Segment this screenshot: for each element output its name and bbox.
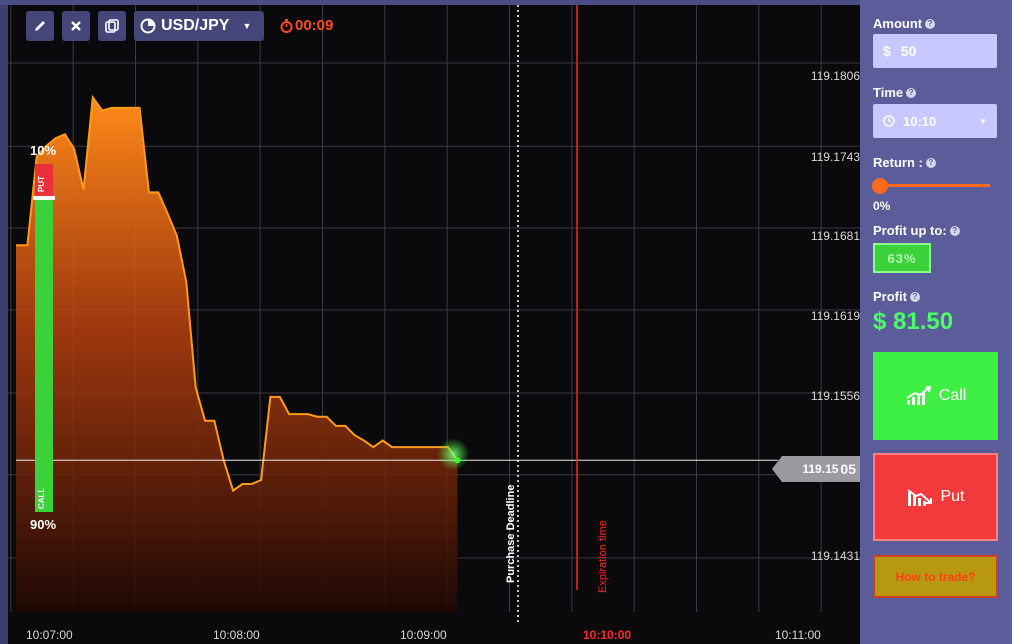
price-area <box>16 97 458 612</box>
put-label: Put <box>940 488 965 505</box>
time-label: 10:07:00 <box>26 628 73 642</box>
call-label: Call <box>938 387 967 404</box>
price-label: 119.1806 <box>810 69 860 83</box>
dollar-icon: $ <box>883 43 891 59</box>
profit-value: $ 81.50 <box>873 308 954 335</box>
price-label: 119.1681 <box>810 229 860 243</box>
left-panel-edge <box>0 0 8 644</box>
call-sentiment-fill <box>35 198 53 512</box>
profit-up-to-badge: 63% <box>873 243 931 273</box>
stopwatch-icon <box>280 18 293 33</box>
amount-field[interactable]: $ 50 <box>873 34 997 68</box>
purchase-deadline-label: Purchase Deadline <box>505 484 517 583</box>
help-icon[interactable]: ? <box>925 18 936 29</box>
expiration-time-text: Expiration time <box>597 520 609 593</box>
pair-label: USD/JPY <box>161 17 230 34</box>
copy-button[interactable] <box>98 11 126 41</box>
countdown-timer: 00:09 <box>280 17 333 34</box>
return-label: Return : <box>873 155 923 170</box>
profit-label: Profit <box>873 289 907 304</box>
return-slider-track[interactable] <box>880 184 990 187</box>
trade-sidebar: Amount ? $ 50 Time ? 10:10 ▼ Return : ? … <box>860 0 1012 644</box>
price-label: 119.1556 <box>810 389 860 403</box>
profit-label-row: Profit ? <box>873 289 920 304</box>
return-slider-handle[interactable] <box>872 178 888 194</box>
time-label: 10:08:00 <box>213 628 260 642</box>
current-point <box>454 457 461 464</box>
pencil-icon <box>35 21 45 31</box>
help-icon[interactable]: ? <box>909 291 920 302</box>
how-to-trade-button[interactable]: How to trade? <box>873 555 998 598</box>
call-button[interactable]: Call <box>873 352 998 440</box>
current-point-glow <box>437 438 470 471</box>
clock-icon <box>883 115 895 127</box>
price-label: 119.1743 <box>810 150 860 164</box>
pencil-button[interactable] <box>26 11 54 41</box>
amount-label: Amount <box>873 16 923 31</box>
time-label: 10:11:00 <box>775 628 821 642</box>
copy-icon <box>105 19 119 33</box>
time-label: Time <box>873 85 904 100</box>
help-icon[interactable]: ? <box>949 225 960 236</box>
help-icon[interactable]: ? <box>906 87 917 98</box>
price-label: 119.1619 <box>810 309 860 323</box>
current-price-main: 119.15 <box>802 462 839 476</box>
put-percentage: 10% <box>30 143 57 158</box>
sentiment-bar: PUT CALL <box>33 164 55 512</box>
sentiment-divider <box>33 196 55 200</box>
put-sentiment-label: PUT <box>37 176 46 192</box>
time-select[interactable]: 10:10 ▼ <box>873 104 997 138</box>
call-percentage: 90% <box>30 517 57 532</box>
expiration-time-label: 10:10:00 <box>583 628 632 642</box>
current-price-tag: 119.15 05 <box>772 456 860 482</box>
return-label-row: Return : ? <box>873 155 936 170</box>
price-chart[interactable]: USD/JPY ▼ 00:09 119.1806 119.1743 119.16… <box>8 5 860 644</box>
chevron-down-icon: ▼ <box>242 21 252 31</box>
timer-value: 00:09 <box>295 17 334 34</box>
return-value: 0% <box>873 199 891 213</box>
trend-up-icon <box>906 386 931 405</box>
chevron-down-icon: ▼ <box>979 116 987 126</box>
time-value: 10:10 <box>903 113 937 129</box>
put-button[interactable]: Put <box>873 453 998 541</box>
profit-up-to-label-row: Profit up to: ? <box>873 223 960 238</box>
amount-label-row: Amount ? <box>873 16 936 31</box>
trend-down-icon <box>907 489 933 506</box>
chart-canvas <box>8 5 860 625</box>
close-icon <box>71 21 81 31</box>
pair-selector[interactable]: USD/JPY ▼ <box>134 11 264 41</box>
time-label: 10:09:00 <box>400 628 447 642</box>
current-price-tail: 05 <box>840 461 856 477</box>
amount-value: 50 <box>900 43 917 59</box>
price-label: 119.1431 <box>810 549 860 563</box>
close-button[interactable] <box>62 11 90 41</box>
pie-chart-icon <box>140 18 156 34</box>
help-icon[interactable]: ? <box>925 157 936 168</box>
time-label-row: Time ? <box>873 85 917 100</box>
call-sentiment-label: CALL <box>37 487 46 509</box>
profit-up-to-label: Profit up to: <box>873 223 947 238</box>
